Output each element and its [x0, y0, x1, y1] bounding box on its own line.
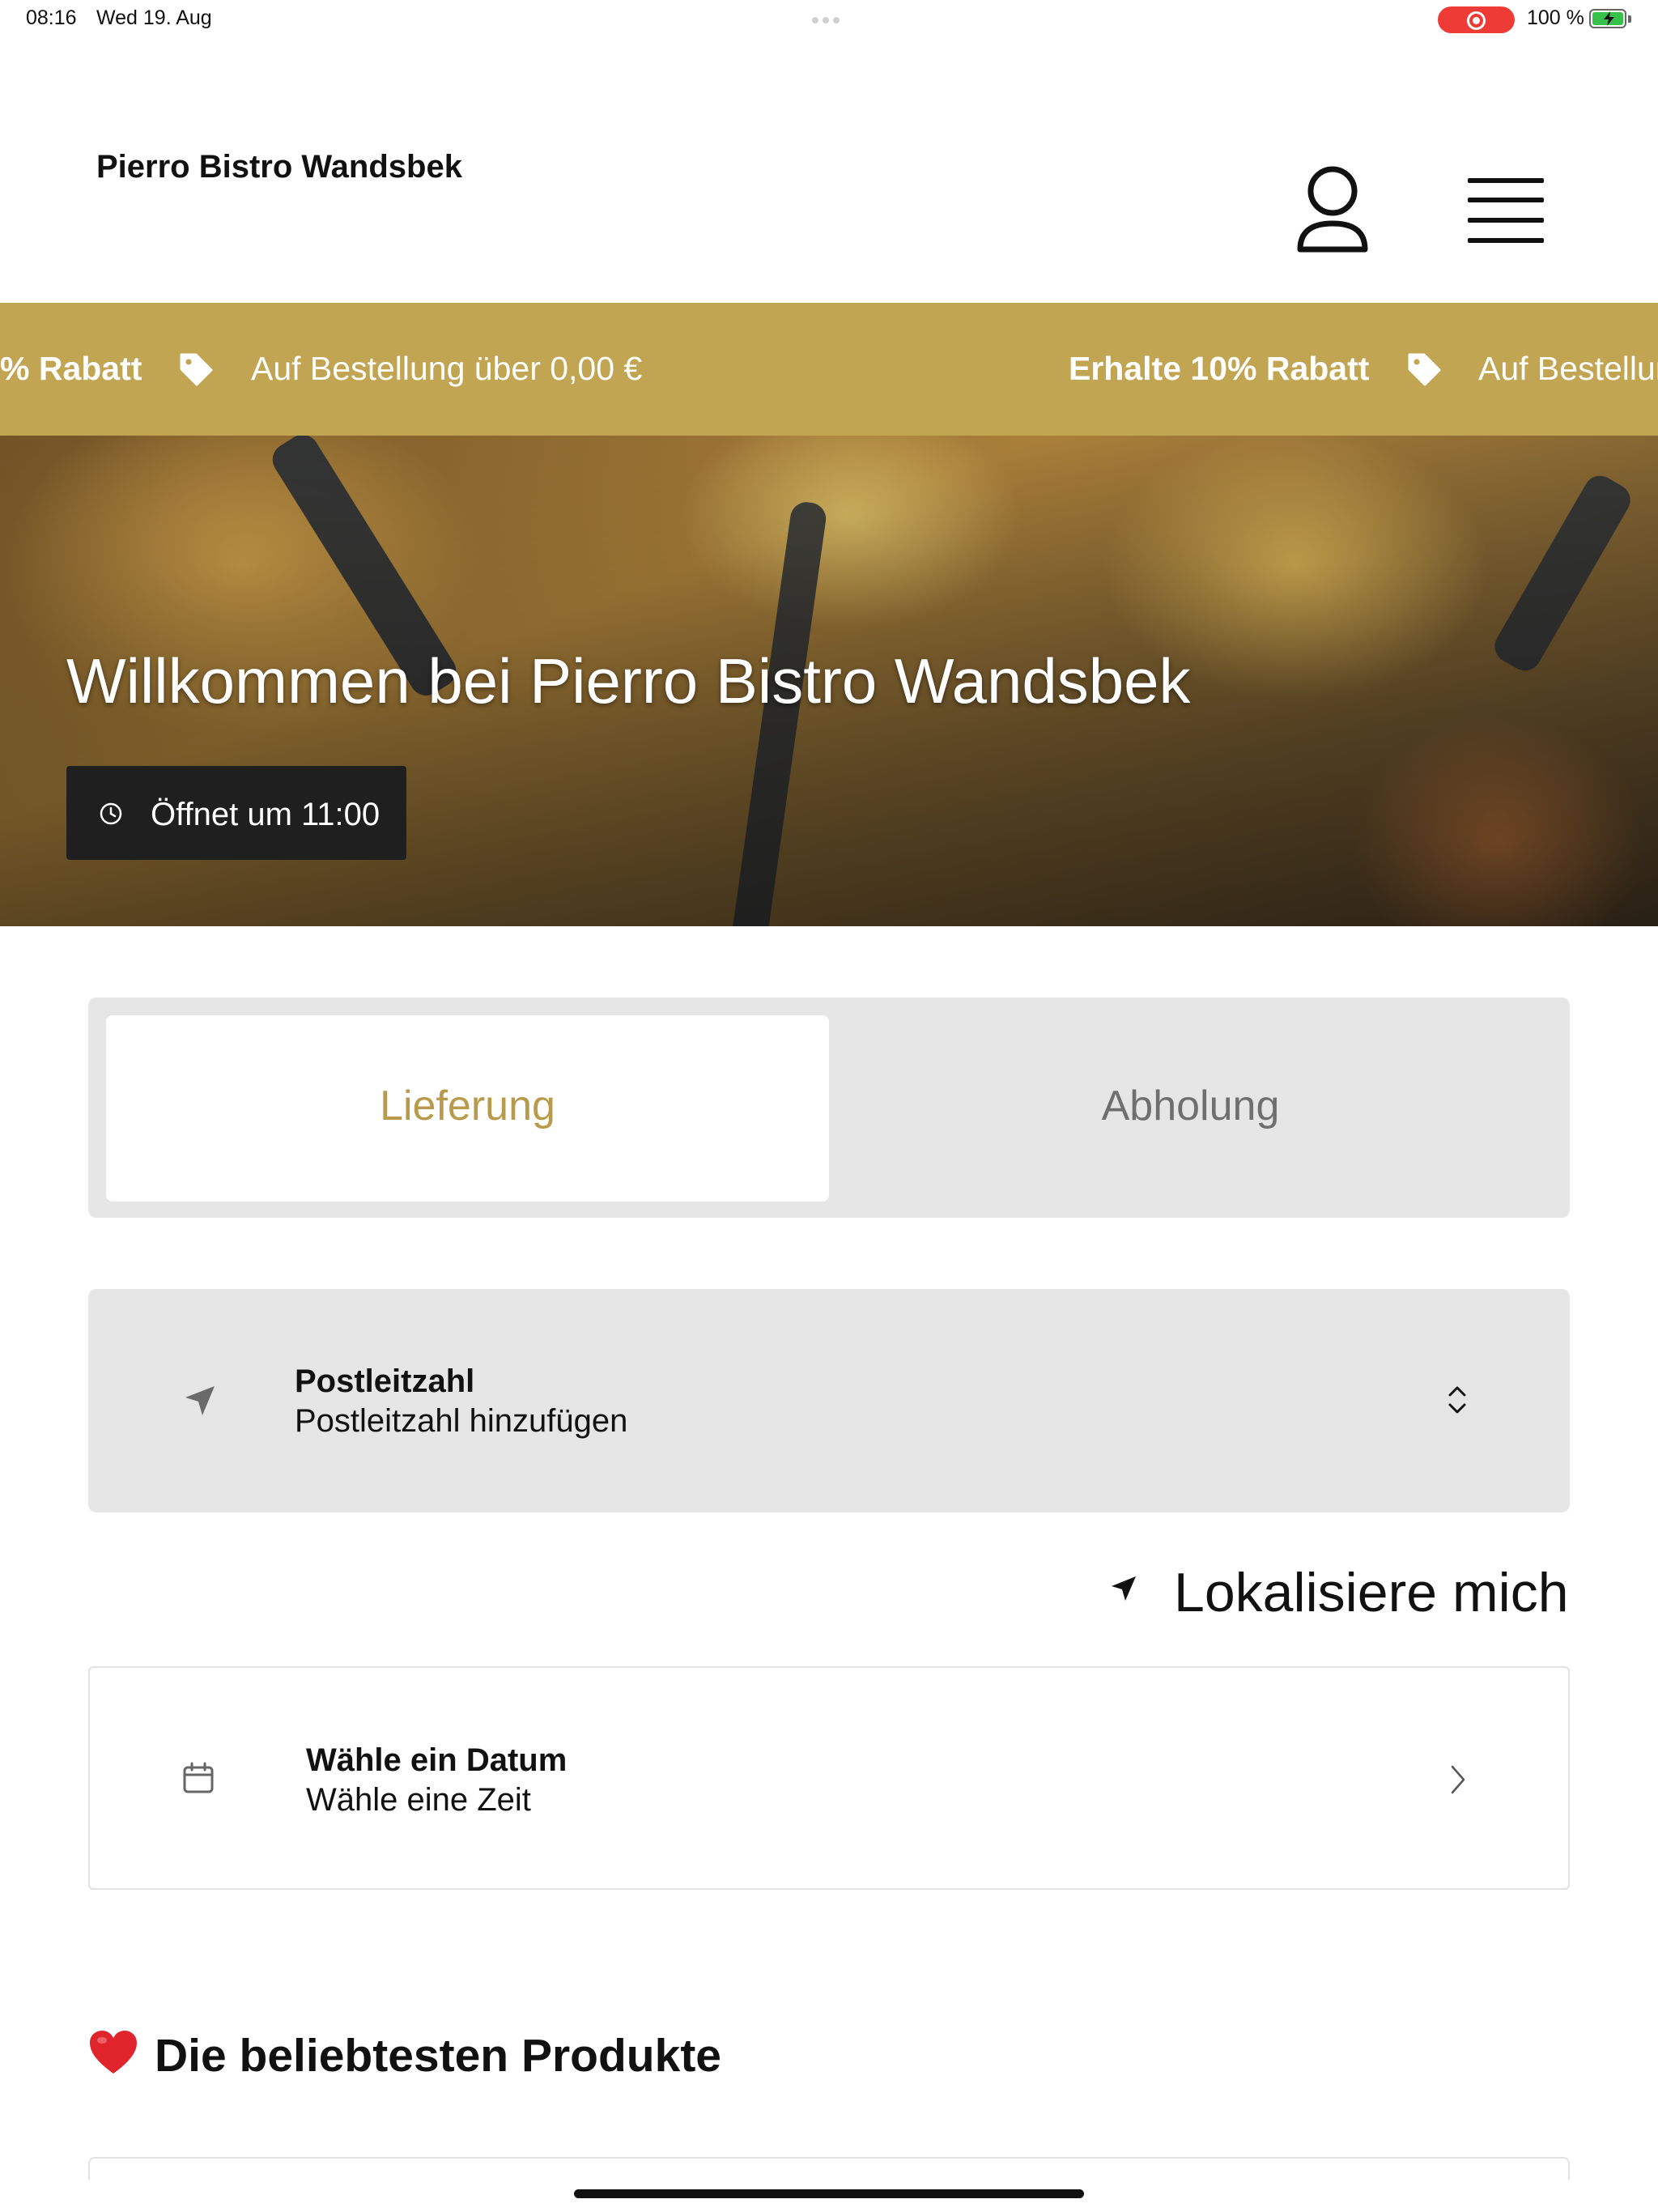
navigation-arrow-icon — [185, 1386, 215, 1415]
order-mode-toggle: Lieferung Abholung — [88, 998, 1570, 1218]
promo-text: % Rabatt — [0, 350, 142, 387]
calendar-icon — [183, 1762, 214, 1793]
tab-delivery-label: Lieferung — [380, 1083, 555, 1129]
opening-time-badge: Öffnet um 11:00 — [66, 766, 406, 860]
charging-bolt-icon — [1604, 11, 1614, 26]
battery-nub — [1628, 15, 1631, 23]
postal-code-title: Postleitzahl — [295, 1363, 475, 1399]
status-time: 08:16 — [26, 6, 77, 29]
opening-time-label: Öffnet um 11:00 — [151, 797, 380, 832]
hero-banner: Willkommen bei Pierro Bistro Wandsbek Öf… — [0, 436, 1658, 926]
tab-pickup-label: Abholung — [1101, 1083, 1280, 1129]
person-icon — [1297, 166, 1368, 253]
postal-code-selector[interactable]: Postleitzahl Postleitzahl hinzufügen — [88, 1289, 1570, 1512]
promo-banner[interactable]: % Rabatt Auf Bestellung über 0,00 € Erha… — [0, 303, 1658, 436]
chevron-right-icon — [1451, 1765, 1465, 1794]
top-header: Pierro Bistro Wandsbek — [0, 39, 1658, 303]
clock-icon — [100, 802, 122, 825]
locate-me-button[interactable]: Lokalisiere mich — [1109, 1556, 1571, 1629]
postal-code-placeholder: Postleitzahl hinzufügen — [295, 1403, 628, 1439]
status-bar: 08:16 Wed 19. Aug 100 % — [0, 0, 1658, 39]
popular-products-heading: Die beliebtesten Produkte — [88, 2029, 721, 2082]
tab-delivery[interactable]: Lieferung — [106, 1015, 829, 1202]
restaurant-name[interactable]: Pierro Bistro Wandsbek — [96, 149, 462, 185]
menu-button[interactable] — [1465, 175, 1546, 246]
locate-me-label: Lokalisiere mich — [1174, 1562, 1569, 1623]
location-arrow-icon — [1112, 1576, 1136, 1601]
chevron-up-down-icon — [1448, 1386, 1466, 1414]
tab-pickup[interactable]: Abholung — [829, 1015, 1552, 1202]
promo-text: Auf Bestellur — [1478, 350, 1658, 387]
date-title: Wähle ein Datum — [306, 1742, 568, 1778]
profile-button[interactable] — [1292, 162, 1373, 259]
time-subtitle: Wähle eine Zeit — [306, 1782, 531, 1818]
battery-percentage: 100 % — [1527, 6, 1584, 29]
heart-icon — [90, 2031, 137, 2074]
multitasking-dots-icon[interactable] — [812, 13, 846, 23]
home-indicator[interactable] — [574, 2189, 1084, 2198]
popular-products-title: Die beliebtesten Produkte — [155, 2030, 722, 2082]
date-time-selector[interactable]: Wähle ein Datum Wähle eine Zeit — [88, 1666, 1570, 1890]
promo-text: Auf Bestellung über 0,00 € — [251, 350, 643, 387]
hero-title: Willkommen bei Pierro Bistro Wandsbek — [66, 645, 1191, 717]
promo-text: Erhalte 10% Rabatt — [1069, 350, 1370, 387]
tag-icon — [180, 353, 213, 386]
status-date: Wed 19. Aug — [96, 6, 212, 29]
screen-recording-icon[interactable] — [1438, 6, 1515, 33]
tag-icon — [1408, 353, 1441, 386]
